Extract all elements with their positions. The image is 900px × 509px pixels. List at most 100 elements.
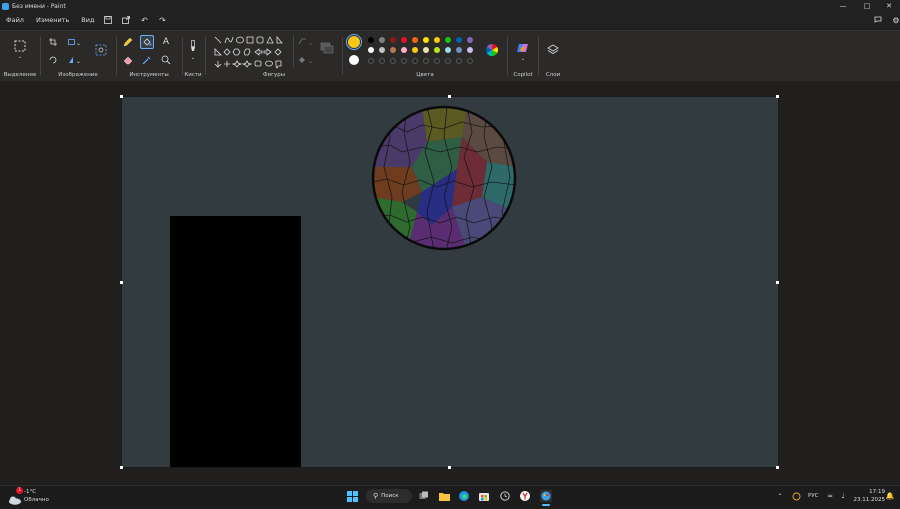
chevron-down-icon[interactable]: ⌄ (189, 55, 197, 61)
crop-icon[interactable] (48, 37, 58, 47)
custom-color-slot[interactable] (401, 58, 407, 64)
share-sheet-icon[interactable] (872, 14, 884, 26)
palette-swatch[interactable] (456, 47, 462, 53)
palette-swatch[interactable] (368, 37, 374, 43)
ribbon-divider (40, 37, 41, 75)
resize-handle[interactable] (448, 466, 451, 469)
palette-swatch[interactable] (423, 37, 429, 43)
custom-color-slot[interactable] (467, 58, 473, 64)
menu-edit[interactable]: Изменить (36, 16, 69, 24)
clock-app-icon[interactable] (499, 490, 511, 502)
color-picker-icon[interactable] (141, 54, 153, 66)
palette-swatch[interactable] (401, 47, 407, 53)
wifi-icon[interactable]: ≈ (824, 490, 836, 502)
clock-date[interactable]: 23.11.2025 (850, 497, 886, 503)
close-icon[interactable]: ✕ (878, 0, 900, 12)
palette-swatch[interactable] (456, 37, 462, 43)
menu-view[interactable]: Вид (81, 16, 94, 24)
yandex-browser-icon[interactable] (519, 490, 531, 502)
chevron-down-icon[interactable]: ⌄ (16, 54, 24, 60)
resize-handle[interactable] (776, 95, 779, 98)
notifications-icon[interactable]: 🔔 (884, 490, 896, 502)
maximize-icon[interactable]: □ (856, 0, 878, 12)
palette-swatch[interactable] (390, 37, 396, 43)
share-icon[interactable] (120, 14, 132, 26)
palette-swatch[interactable] (467, 37, 473, 43)
search-box[interactable]: ⚲ Поиск (366, 489, 412, 503)
layers-icon[interactable] (546, 43, 560, 57)
fill-bucket-icon[interactable] (140, 35, 154, 49)
select-rectangle-icon[interactable] (13, 39, 27, 53)
palette-swatch[interactable] (434, 37, 440, 43)
shape-style-icon[interactable] (319, 41, 335, 55)
resize-handle[interactable] (776, 281, 779, 284)
resize-handle[interactable] (120, 95, 123, 98)
chevron-down-icon[interactable]: ⌄ (519, 56, 527, 62)
sync-icon[interactable] (790, 490, 802, 502)
custom-color-slot[interactable] (445, 58, 451, 64)
palette-swatch[interactable] (412, 37, 418, 43)
palette-swatch[interactable] (445, 47, 451, 53)
palette-swatch[interactable] (379, 37, 385, 43)
menu-file[interactable]: Файл (6, 16, 24, 24)
palette-swatch[interactable] (467, 47, 473, 53)
custom-color-slot[interactable] (368, 58, 374, 64)
custom-color-slot[interactable] (390, 58, 396, 64)
ribbon-divider (342, 37, 343, 75)
palette-swatch[interactable] (368, 47, 374, 53)
pencil-icon[interactable] (122, 36, 134, 48)
palette-swatch[interactable] (390, 47, 396, 53)
eraser-icon[interactable] (122, 54, 134, 66)
custom-color-slot[interactable] (412, 58, 418, 64)
outline-icon[interactable]: ⌄ (297, 37, 315, 47)
redo-icon[interactable]: ↷ (156, 14, 168, 26)
edit-colors-icon[interactable] (485, 43, 499, 57)
clock-time[interactable]: 17:19 (855, 489, 885, 495)
svg-text:⌄: ⌄ (308, 58, 313, 64)
paint-taskbar-icon[interactable] (540, 490, 552, 502)
volume-icon[interactable]: ♩ (837, 490, 849, 502)
file-explorer-icon[interactable] (438, 490, 450, 502)
palette-swatch[interactable] (401, 37, 407, 43)
fill-shape-icon[interactable]: ⌄ (297, 55, 315, 65)
resize-handle[interactable] (120, 281, 123, 284)
minimize-icon[interactable]: — (832, 0, 854, 12)
palette-swatch[interactable] (412, 47, 418, 53)
brush-icon[interactable] (187, 39, 199, 53)
shapes-gallery[interactable] (213, 35, 297, 71)
resize-handle[interactable] (448, 95, 451, 98)
ribbon-divider (507, 37, 508, 75)
edge-icon[interactable] (458, 490, 470, 502)
start-icon[interactable] (346, 490, 358, 502)
palette-swatch[interactable] (423, 47, 429, 53)
primary-color-swatch[interactable] (348, 36, 360, 48)
palette-swatch[interactable] (434, 47, 440, 53)
image-select-icon[interactable] (94, 43, 108, 57)
resize-handle[interactable] (776, 466, 779, 469)
custom-color-slot[interactable] (379, 58, 385, 64)
resize-handle[interactable] (120, 466, 123, 469)
text-icon[interactable]: A (160, 36, 172, 48)
palette-swatch[interactable] (379, 47, 385, 53)
custom-color-slot[interactable] (434, 58, 440, 64)
palette-swatch[interactable] (445, 37, 451, 43)
secondary-color-swatch[interactable] (349, 55, 359, 65)
chevron-up-icon[interactable]: ⌃ (774, 490, 786, 502)
undo-icon[interactable]: ↶ (138, 14, 150, 26)
task-view-icon[interactable] (418, 490, 430, 502)
weather-badge: 1 (16, 487, 23, 494)
flip-icon[interactable]: ⌄ (67, 55, 81, 65)
group-label-brushes: Кисти (184, 72, 202, 78)
copilot-icon[interactable] (516, 41, 530, 55)
custom-color-slot[interactable] (423, 58, 429, 64)
custom-color-slot[interactable] (456, 58, 462, 64)
store-icon[interactable] (478, 490, 490, 502)
magnifier-icon[interactable] (160, 54, 172, 66)
weather-icon[interactable]: 1 (8, 487, 23, 505)
rotate-icon[interactable] (48, 55, 58, 65)
save-icon[interactable] (102, 14, 114, 26)
settings-icon[interactable]: ⚙ (890, 14, 900, 26)
resize-icon[interactable]: ⌄ (67, 37, 81, 47)
drawing-canvas[interactable] (122, 97, 778, 467)
language-indicator[interactable]: РУС (808, 493, 819, 499)
